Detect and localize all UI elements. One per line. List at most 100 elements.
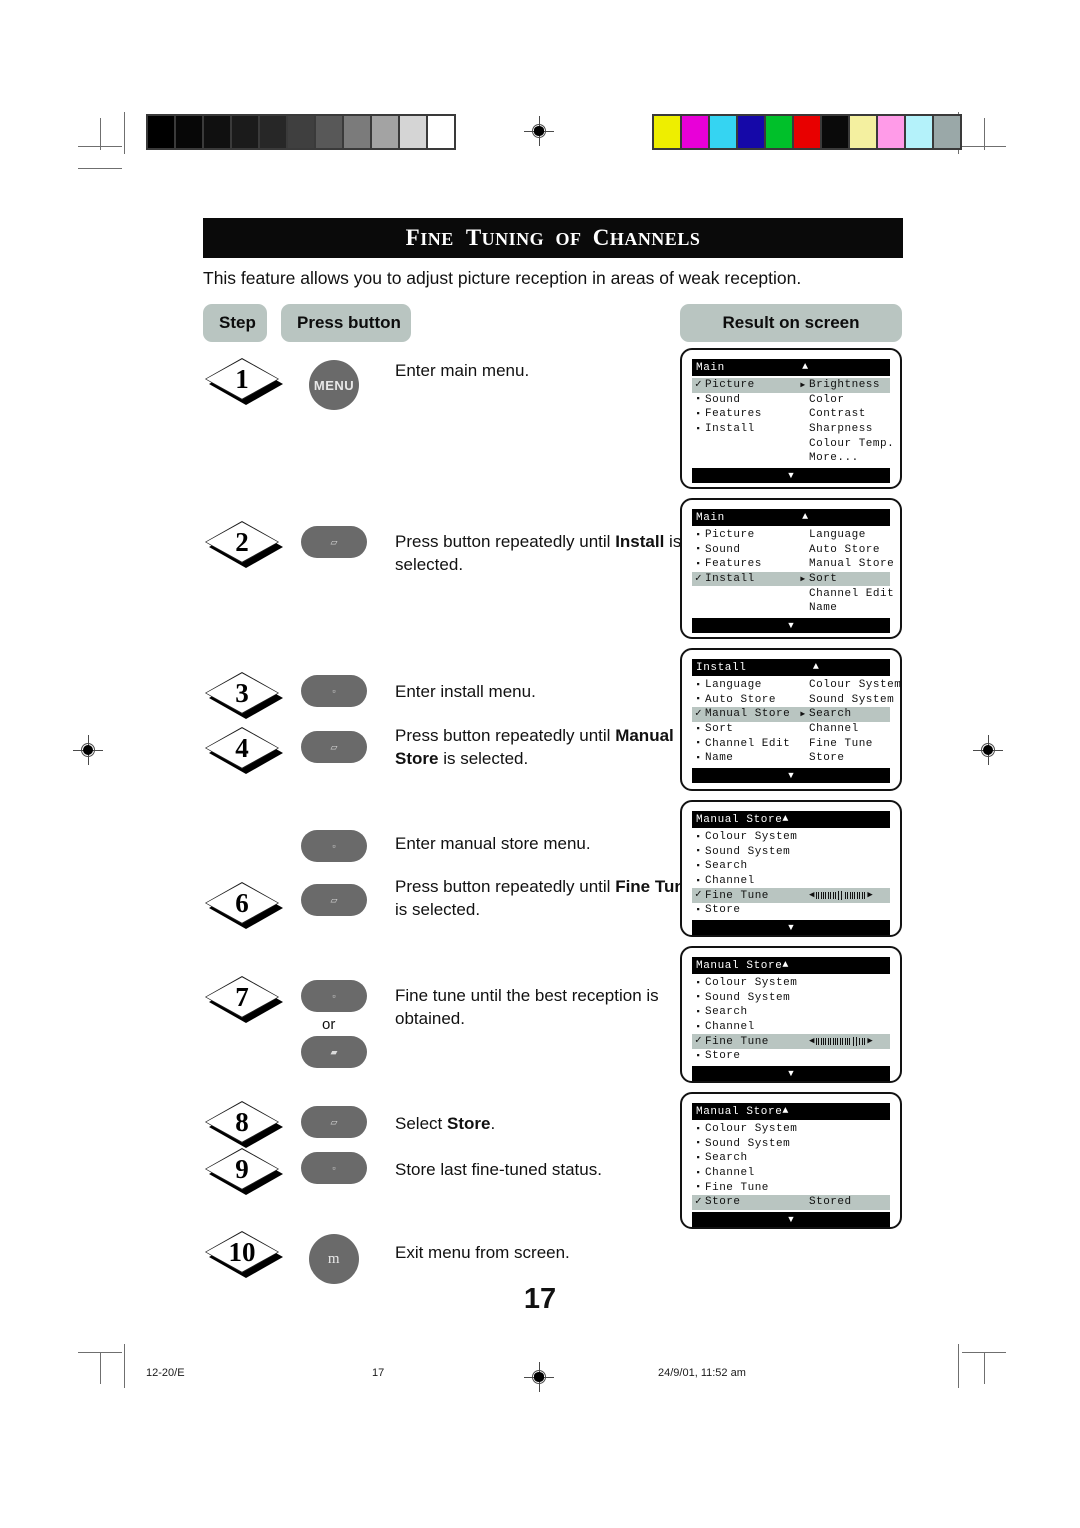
page-number: 17 xyxy=(523,1283,557,1315)
osd-menu-item[interactable]: ▪ Channel xyxy=(692,874,890,889)
remote-button[interactable]: ▱ xyxy=(301,1106,367,1138)
osd-menu-item[interactable]: More... xyxy=(692,451,890,466)
osd-menu-item[interactable]: ▪ Install Sharpness xyxy=(692,422,890,437)
osd-scroll-down-bar[interactable]: ▼ xyxy=(692,617,890,633)
slider-thumb-icon[interactable] xyxy=(852,1037,854,1047)
remote-button[interactable]: ▱ xyxy=(301,731,367,763)
osd-menu-item[interactable]: ✓ Manual Store ▶ Search xyxy=(692,707,890,722)
osd-scroll-down-icon[interactable]: ▼ xyxy=(787,770,796,780)
slider-left-arrow-icon[interactable]: ◀ xyxy=(809,1037,815,1046)
osd-menu-item-label: Picture xyxy=(705,529,755,542)
osd-scroll-up-icon[interactable]: ▲ xyxy=(782,1106,789,1117)
osd-menu-item[interactable]: ▪ Language Colour System xyxy=(692,678,901,693)
osd-scroll-up-icon[interactable]: ▲ xyxy=(725,362,886,373)
osd-scroll-up-icon[interactable]: ▲ xyxy=(746,662,886,673)
osd-header: Manual Store ▲ xyxy=(692,811,890,828)
osd-screen-inner: Manual Store ▲ ▪ Colour System ▪ Sound System… xyxy=(692,811,890,935)
registration-target-left xyxy=(73,735,103,765)
osd-menu-item-label: Store xyxy=(705,1050,741,1063)
slider-tick xyxy=(856,892,858,900)
colour-swatch xyxy=(738,116,764,148)
osd-scroll-down-bar[interactable]: ▼ xyxy=(692,767,890,783)
slider-left-arrow-icon[interactable]: ◀ xyxy=(809,891,815,900)
slider-thumb-icon[interactable] xyxy=(838,891,840,901)
fine-tune-slider[interactable]: ◀ ▶ xyxy=(809,890,873,902)
osd-menu-item[interactable]: ✓ Store Stored xyxy=(692,1194,890,1210)
remote-button[interactable]: ▱ xyxy=(301,526,367,558)
osd-menu-item[interactable]: ▪ Picture Language xyxy=(692,528,890,543)
step-number-diamond: 4 xyxy=(205,727,283,774)
osd-scroll-down-bar[interactable]: ▼ xyxy=(692,1065,890,1081)
osd-menu-item[interactable]: ▪ Name Store xyxy=(692,751,890,766)
osd-menu-item[interactable]: ▪ Colour System xyxy=(692,1122,890,1137)
remote-button[interactable]: ▫ xyxy=(301,980,367,1012)
page-title: FINE TUNING OF CHANNELS xyxy=(405,225,701,250)
slider-thumb-icon[interactable] xyxy=(841,891,843,901)
registration-target-top xyxy=(524,116,554,146)
remote-button-alternate[interactable]: ▰ xyxy=(301,1036,367,1068)
osd-scroll-down-bar[interactable]: ▼ xyxy=(692,1211,890,1227)
osd-menu-item[interactable]: ▪ Sound System xyxy=(692,845,890,860)
osd-scroll-down-icon[interactable]: ▼ xyxy=(787,1068,796,1078)
osd-menu-item[interactable]: ▪ Search xyxy=(692,1005,890,1020)
osd-menu-item[interactable]: ▪ Colour System xyxy=(692,976,890,991)
remote-button[interactable]: ▫ xyxy=(301,675,367,707)
osd-menu-item[interactable]: ▪ Channel xyxy=(692,1166,890,1181)
remote-button-glyph-icon: ▱ xyxy=(330,1116,338,1127)
slider-right-arrow-icon[interactable]: ▶ xyxy=(867,1037,873,1046)
osd-menu-item[interactable]: ▪ Channel xyxy=(692,1020,890,1035)
step-number-label: 8 xyxy=(235,1106,249,1137)
osd-menu-item[interactable]: ▪ Search xyxy=(692,859,890,874)
remote-button[interactable]: ▫ xyxy=(301,830,367,862)
osd-menu-item[interactable]: ▪ Channel Edit Fine Tune xyxy=(692,736,890,751)
step-number-diamond: 9 xyxy=(205,1148,283,1195)
osd-menu-item[interactable]: ▪ Features Contrast xyxy=(692,407,890,422)
osd-screen-inner: Manual Store ▲ ▪ Colour System ▪ Sound System… xyxy=(692,957,890,1081)
osd-scroll-up-icon[interactable]: ▲ xyxy=(782,960,789,971)
osd-scroll-up-icon[interactable]: ▲ xyxy=(725,512,886,523)
slider-tick xyxy=(825,1038,827,1046)
osd-menu-item-label: Sound xyxy=(705,393,741,406)
fine-tune-slider[interactable]: ◀ ▶ xyxy=(809,1036,873,1048)
osd-menu-item[interactable]: ✓ Install ▶ Sort xyxy=(692,571,890,587)
osd-menu-item[interactable]: ▪ Features Manual Store xyxy=(692,557,894,572)
osd-menu-item[interactable]: ▪ Auto Store Sound System xyxy=(692,693,894,708)
osd-row-list: ▪ Colour System ▪ Sound System ▪ Search ▪ Chann… xyxy=(692,974,890,1064)
osd-menu-item-value: Channel Edit xyxy=(809,587,895,600)
osd-menu-item[interactable]: ✓ Fine Tune ◀ ▶ xyxy=(692,1034,890,1049)
osd-scroll-down-icon[interactable]: ▼ xyxy=(787,1214,796,1224)
osd-menu-item[interactable]: ▪ Sound Color xyxy=(692,393,890,408)
osd-menu-item[interactable]: ▪ Search xyxy=(692,1151,890,1166)
osd-menu-item[interactable]: Colour Temp. xyxy=(692,436,894,451)
osd-menu-item[interactable]: ✓ Fine Tune ◀ ▶ xyxy=(692,888,890,903)
osd-menu-item[interactable]: ▪ Fine Tune xyxy=(692,1180,890,1195)
slider-thumb-icon[interactable] xyxy=(855,1037,857,1047)
osd-menu-item[interactable]: ▪ Store xyxy=(692,1049,890,1064)
osd-menu-item[interactable]: ▪ Sound Auto Store xyxy=(692,543,890,558)
remote-button[interactable]: ▫ xyxy=(301,1152,367,1184)
osd-scroll-up-icon[interactable]: ▲ xyxy=(782,814,789,825)
bullet-square-icon: ▪ xyxy=(695,992,702,1003)
osd-menu-item[interactable]: ▪ Sound System xyxy=(692,991,890,1006)
osd-menu-item[interactable]: Channel Edit xyxy=(692,586,894,601)
remote-button[interactable]: MENU xyxy=(309,360,359,410)
osd-menu-item[interactable]: ▪ Sound System xyxy=(692,1137,890,1152)
remote-button[interactable]: m xyxy=(309,1234,359,1284)
remote-button[interactable]: ▱ xyxy=(301,884,367,916)
osd-menu-item[interactable]: ▪ Colour System xyxy=(692,830,890,845)
osd-scroll-down-bar[interactable]: ▼ xyxy=(692,467,890,483)
osd-scroll-down-icon[interactable]: ▼ xyxy=(787,620,796,630)
osd-scroll-down-icon[interactable]: ▼ xyxy=(787,922,796,932)
osd-menu-item[interactable]: ▪ Store xyxy=(692,903,890,918)
osd-menu-item-label: Store xyxy=(705,1196,741,1209)
bullet-square-icon: ▪ xyxy=(695,1138,702,1149)
osd-menu-item[interactable]: Name xyxy=(692,601,890,616)
osd-menu-item[interactable]: ✓ Picture ▶ Brightness xyxy=(692,378,890,393)
osd-scroll-down-bar[interactable]: ▼ xyxy=(692,919,890,935)
slider-right-arrow-icon[interactable]: ▶ xyxy=(867,891,873,900)
slider-tick xyxy=(859,892,861,900)
osd-menu-item[interactable]: ▪ Sort Channel xyxy=(692,722,890,737)
osd-screen-inner: Main ▲ ▪ Picture Language ▪ Sound Auto Store ▪ Fe… xyxy=(692,509,894,633)
step-description-suffix: is selected. xyxy=(395,899,481,919)
osd-scroll-down-icon[interactable]: ▼ xyxy=(787,470,796,480)
